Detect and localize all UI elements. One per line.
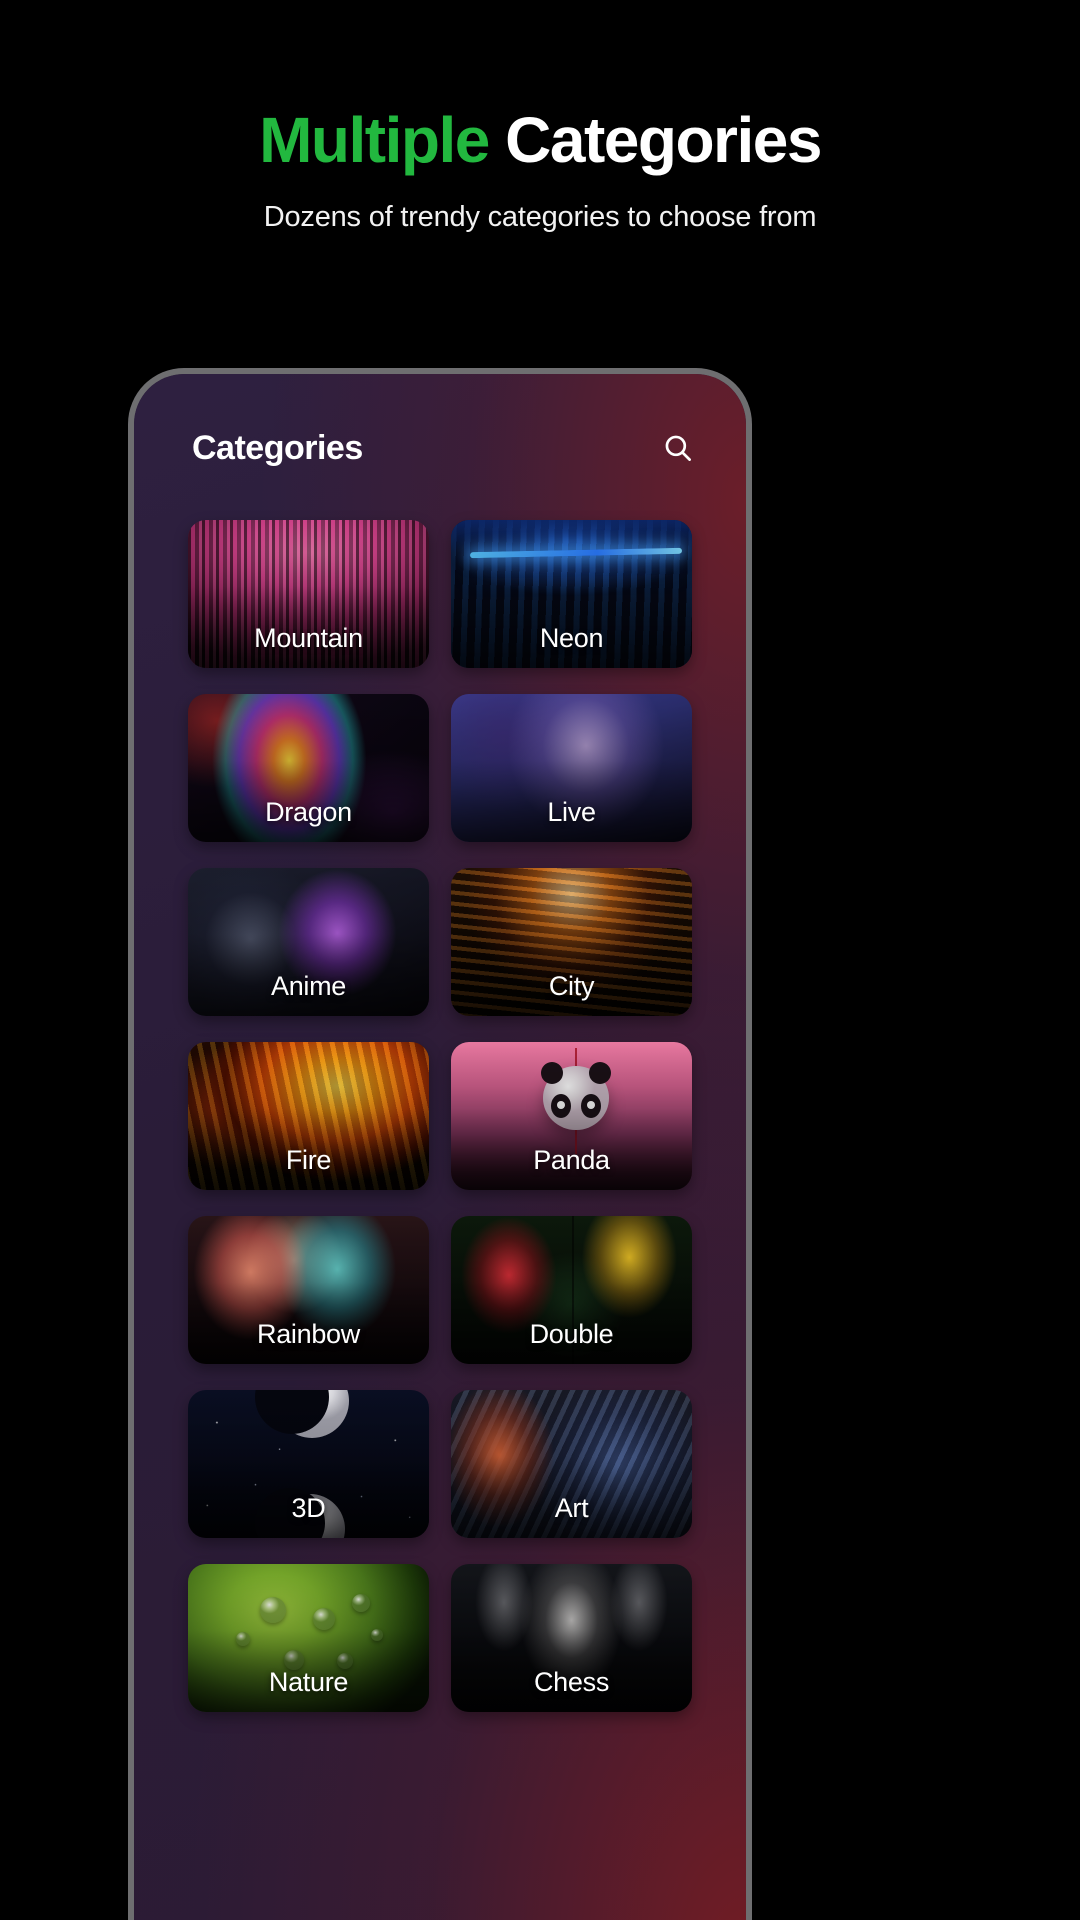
category-label: 3D	[291, 1493, 326, 1523]
category-label: Nature	[268, 1667, 349, 1697]
category-label: Mountain	[254, 623, 363, 653]
phone-screen: Categories Mountain Neon Dragon Live Anime Ci…	[134, 374, 746, 1920]
category-label: City	[548, 971, 595, 1001]
category-card[interactable]: Neon	[451, 520, 692, 668]
category-label: Anime	[270, 971, 347, 1001]
category-grid: Mountain Neon Dragon Live Anime City Fire Panda…	[134, 520, 746, 1712]
category-label: Panda	[533, 1145, 610, 1175]
page-title-rest: Categories	[505, 104, 822, 176]
category-card[interactable]: 3D	[188, 1390, 429, 1538]
category-label: Rainbow	[257, 1319, 360, 1349]
app-screen-title: Categories	[192, 428, 363, 467]
page-title-accent: Multiple	[259, 104, 490, 176]
category-card[interactable]: Anime	[188, 868, 429, 1016]
app-header: Categories	[134, 374, 746, 472]
category-card[interactable]: Fire	[188, 1042, 429, 1190]
category-card[interactable]: Rainbow	[188, 1216, 429, 1364]
category-card[interactable]: Dragon	[188, 694, 429, 842]
category-label: Dragon	[265, 797, 352, 827]
category-label: Live	[547, 797, 596, 827]
category-card[interactable]: Art	[451, 1390, 692, 1538]
category-label: Art	[554, 1493, 589, 1523]
category-card[interactable]: Nature	[188, 1564, 429, 1712]
category-card[interactable]: City	[451, 868, 692, 1016]
category-card[interactable]: Chess	[451, 1564, 692, 1712]
category-label: Neon	[539, 623, 604, 653]
category-label: Fire	[285, 1145, 332, 1175]
search-button[interactable]	[654, 424, 702, 472]
category-card[interactable]: Live	[451, 694, 692, 842]
hero-section: Multiple Categories Dozens of trendy cat…	[0, 0, 1080, 234]
category-label: Chess	[533, 1667, 610, 1697]
category-card[interactable]: Double	[451, 1216, 692, 1364]
page-title: Multiple Categories	[0, 107, 1080, 173]
category-label: Double	[529, 1319, 614, 1349]
phone-mockup: Categories Mountain Neon Dragon Live Anime Ci…	[128, 368, 752, 1920]
search-icon	[661, 431, 695, 465]
page-subtitle: Dozens of trendy categories to choose fr…	[263, 201, 817, 234]
category-card[interactable]: Panda	[451, 1042, 692, 1190]
category-card[interactable]: Mountain	[188, 520, 429, 668]
